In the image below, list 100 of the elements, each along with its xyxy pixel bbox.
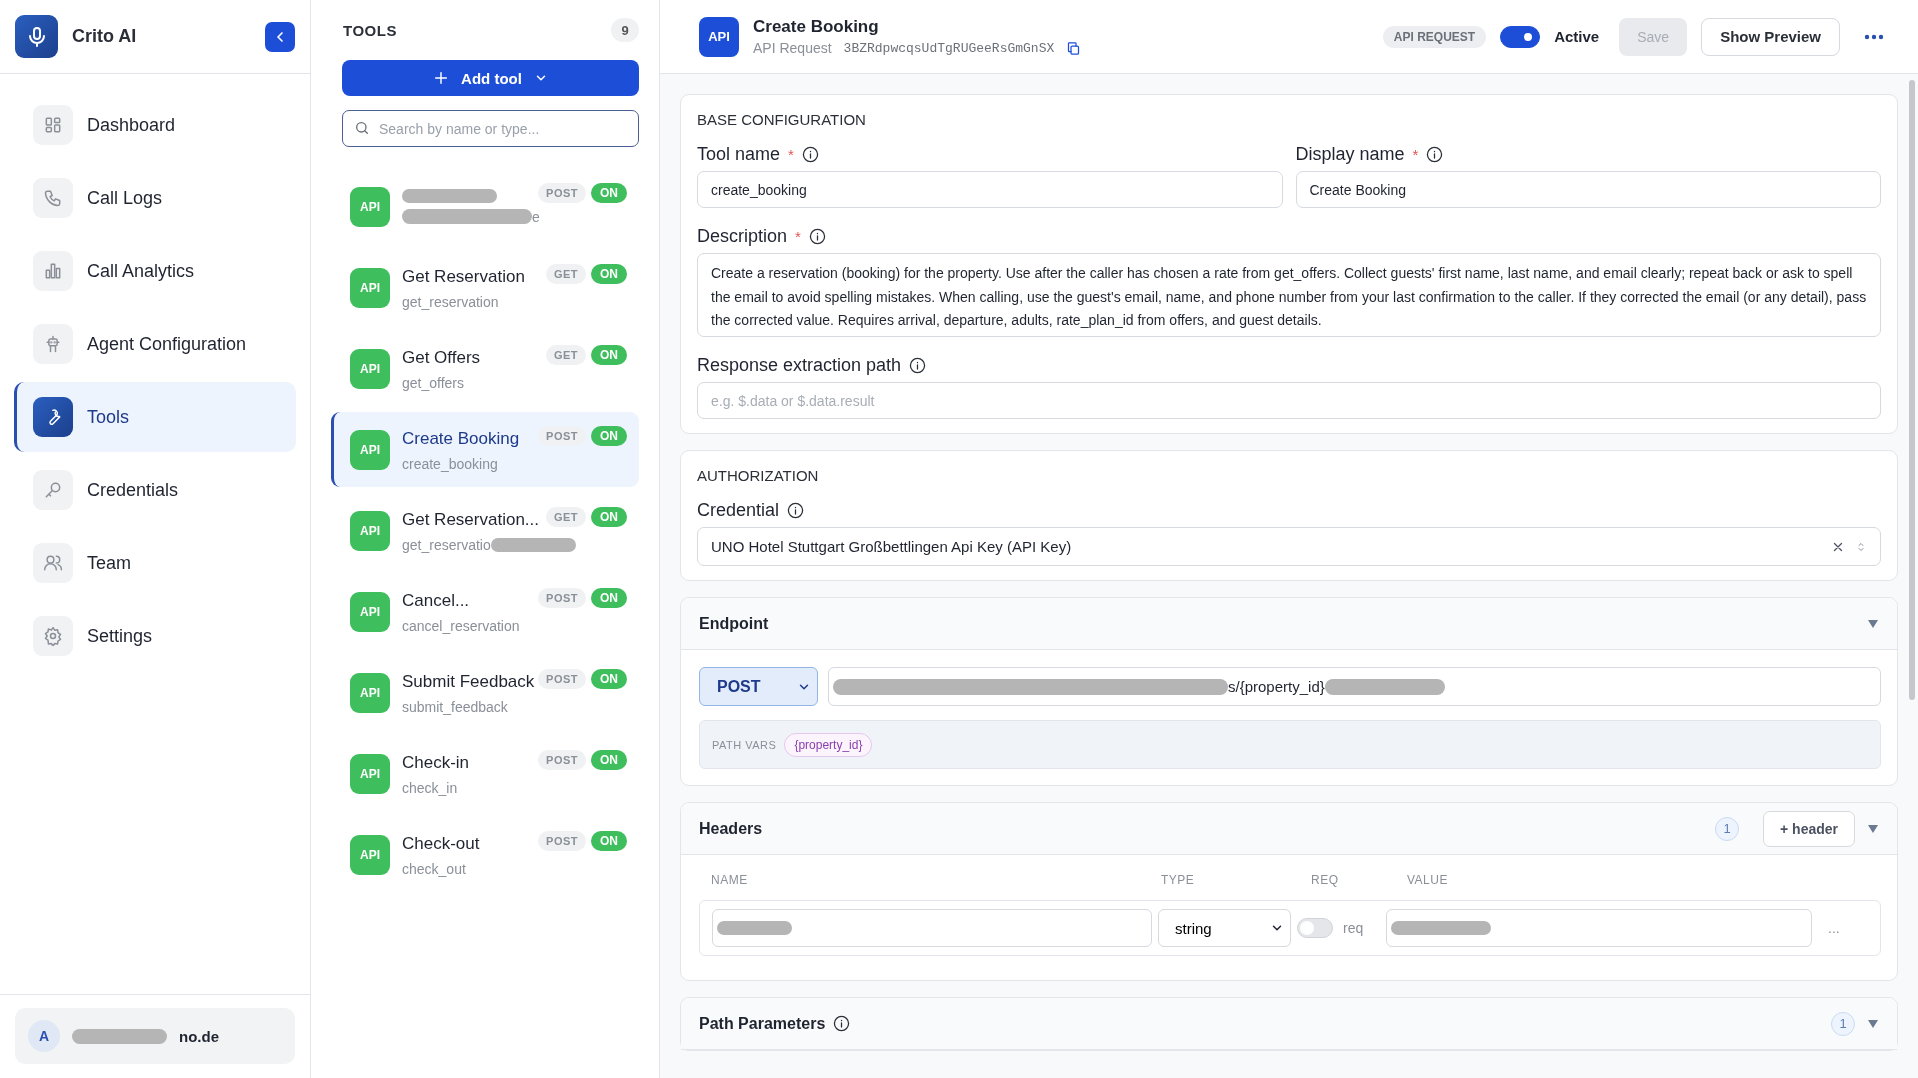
collapse-sidebar-button[interactable] xyxy=(265,21,295,52)
method-tag: GET xyxy=(545,507,586,527)
api-badge: API xyxy=(350,591,390,632)
method-tag: POST xyxy=(538,750,586,770)
field-label: Tool name xyxy=(697,144,781,165)
nav-item[interactable]: Credentials xyxy=(14,455,296,525)
scrollbar[interactable] xyxy=(1909,80,1915,700)
nav-item[interactable]: Tools xyxy=(14,382,296,452)
api-badge: API xyxy=(350,753,390,794)
tool-list-item[interactable]: API Check-in check_in POST ON xyxy=(331,736,639,811)
required-mark: * xyxy=(795,228,801,245)
add-tool-button[interactable]: Add tool xyxy=(342,60,639,96)
section-title: Path Parameters xyxy=(699,1014,826,1033)
info-icon xyxy=(787,502,805,519)
value-field[interactable] xyxy=(1386,909,1812,947)
tool-list-item[interactable]: API Get Reservation... get_reservatio GET ON xyxy=(331,493,639,568)
req-label: req xyxy=(1343,920,1364,936)
method-tag: POST xyxy=(538,426,586,446)
search-field[interactable]: Search by name or type... xyxy=(342,110,639,147)
api-badge: API xyxy=(350,429,390,470)
tool-name: Get Reservation xyxy=(402,265,525,288)
method-tag: GET xyxy=(545,264,586,284)
dashboard-icon xyxy=(43,115,63,135)
plus-icon xyxy=(433,70,450,86)
tool-slug: check_in xyxy=(402,779,458,796)
settings-icon xyxy=(43,626,63,646)
text-field[interactable]: e.g. $.data or $.data.result xyxy=(697,382,1881,419)
field-label: Response extraction path xyxy=(697,355,902,376)
type-select[interactable]: string xyxy=(1158,909,1291,947)
info-icon xyxy=(808,228,826,245)
nav-item[interactable]: Call Logs xyxy=(14,163,296,233)
name-field[interactable] xyxy=(712,909,1152,947)
tool-name: Get Reservation... xyxy=(402,508,539,531)
nav-item[interactable]: Dashboard xyxy=(14,90,296,160)
column-header: TYPE xyxy=(1161,873,1196,887)
user-email: no.de xyxy=(179,1027,219,1045)
tool-list-item[interactable]: API Get Offers get_offers GET ON xyxy=(331,331,639,406)
more-icon xyxy=(1864,33,1884,40)
section-heading: BASE CONFIGURATION xyxy=(697,111,867,128)
field-label: Credential xyxy=(697,500,780,521)
description-field[interactable]: Create a reservation (booking) for the property. Use after the caller has chosen a rate from get_offers. Collect guests' first name, last name, and email clearly; repeat back or ask to spell the email to avoid spelling mistakes. When calling, use the guest's email, name, and phone number from your last confirmation to the caller. If they corrected the email (or any detail), pass the corrected value. Requires arrival, departure, adults, rate_plan_id from offers, and guest details. xyxy=(697,253,1881,337)
caret-icon xyxy=(1867,1018,1879,1029)
text-field[interactable]: Create Booking xyxy=(1295,171,1881,208)
tool-slug: get_reservation xyxy=(402,293,499,310)
tool-list-item[interactable]: API Submit Feedback submit_feedback POST ON xyxy=(331,655,639,730)
nav-item[interactable]: Team xyxy=(14,528,296,598)
caret-icon xyxy=(1867,618,1879,629)
user-card[interactable]: A no.de xyxy=(15,1008,295,1064)
credential-select[interactable]: UNO Hotel Stuttgart Großbettlingen Api Key (API Key) xyxy=(697,527,1881,566)
method-tag: POST xyxy=(538,831,586,851)
nav-item[interactable]: Agent Configuration xyxy=(14,309,296,379)
nav-item[interactable]: Call Analytics xyxy=(14,236,296,306)
method-select[interactable]: POST xyxy=(699,667,818,706)
column-header: VALUE xyxy=(1407,873,1449,887)
info-icon xyxy=(833,1015,851,1032)
tool-list-item[interactable]: API Get Reservation get_reservation GET ON xyxy=(331,250,639,325)
method-tag: POST xyxy=(538,588,586,608)
type-badge: API REQUEST xyxy=(1382,25,1487,48)
users-icon xyxy=(43,553,63,573)
info-icon xyxy=(801,146,819,163)
method-tag: POST xyxy=(538,669,586,689)
tool-slug: e xyxy=(532,208,540,225)
text-field[interactable]: create_booking xyxy=(697,171,1283,208)
column-header: REQ xyxy=(1311,873,1340,887)
tool-name: Cancel... xyxy=(402,589,470,612)
tool-list-item[interactable]: API Create Booking create_booking POST ON xyxy=(331,412,639,487)
path-var-chip: {property_id} xyxy=(784,732,873,757)
parameter-count: 1 xyxy=(1831,1011,1855,1036)
status-tag: ON xyxy=(591,669,627,689)
tool-slug: cancel_reservation xyxy=(402,617,520,634)
bar-chart-icon xyxy=(43,261,63,281)
url-field[interactable]: s/{property_id} xyxy=(828,667,1881,706)
api-badge: API xyxy=(350,267,390,308)
status-tag: ON xyxy=(591,264,627,284)
header-count: 1 xyxy=(1715,816,1739,841)
status-tag: ON xyxy=(591,750,627,770)
api-badge: API xyxy=(699,16,739,57)
app-name: Crito AI xyxy=(72,26,138,47)
required-mark: * xyxy=(1412,146,1419,163)
status-tag: ON xyxy=(591,345,627,365)
status-tag: ON xyxy=(591,831,627,851)
show-preview-button[interactable]: Show Preview xyxy=(1701,17,1840,56)
tool-name: Check-in xyxy=(402,751,470,774)
user-avatar: A xyxy=(28,1020,60,1052)
tool-list-item[interactable]: API Cancel... cancel_reservation POST ON xyxy=(331,574,639,649)
tool-slug: submit_feedback xyxy=(402,698,508,715)
info-icon xyxy=(1426,146,1444,163)
tool-list-item[interactable]: API Check-out check_out POST ON xyxy=(331,817,639,892)
tool-name: Get Offers xyxy=(402,346,481,369)
column-header: NAME xyxy=(711,873,749,887)
section-heading: AUTHORIZATION xyxy=(697,467,820,484)
api-badge: API xyxy=(350,672,390,713)
nav-item[interactable]: Settings xyxy=(14,601,296,671)
status-tag: ON xyxy=(591,588,627,608)
add-header-button[interactable]: + header xyxy=(1763,810,1855,847)
active-toggle[interactable] xyxy=(1500,25,1541,48)
required-toggle[interactable] xyxy=(1297,918,1333,938)
status-tag: ON xyxy=(591,183,627,203)
api-badge: API xyxy=(350,510,390,551)
tool-title: Create Booking xyxy=(753,17,880,37)
